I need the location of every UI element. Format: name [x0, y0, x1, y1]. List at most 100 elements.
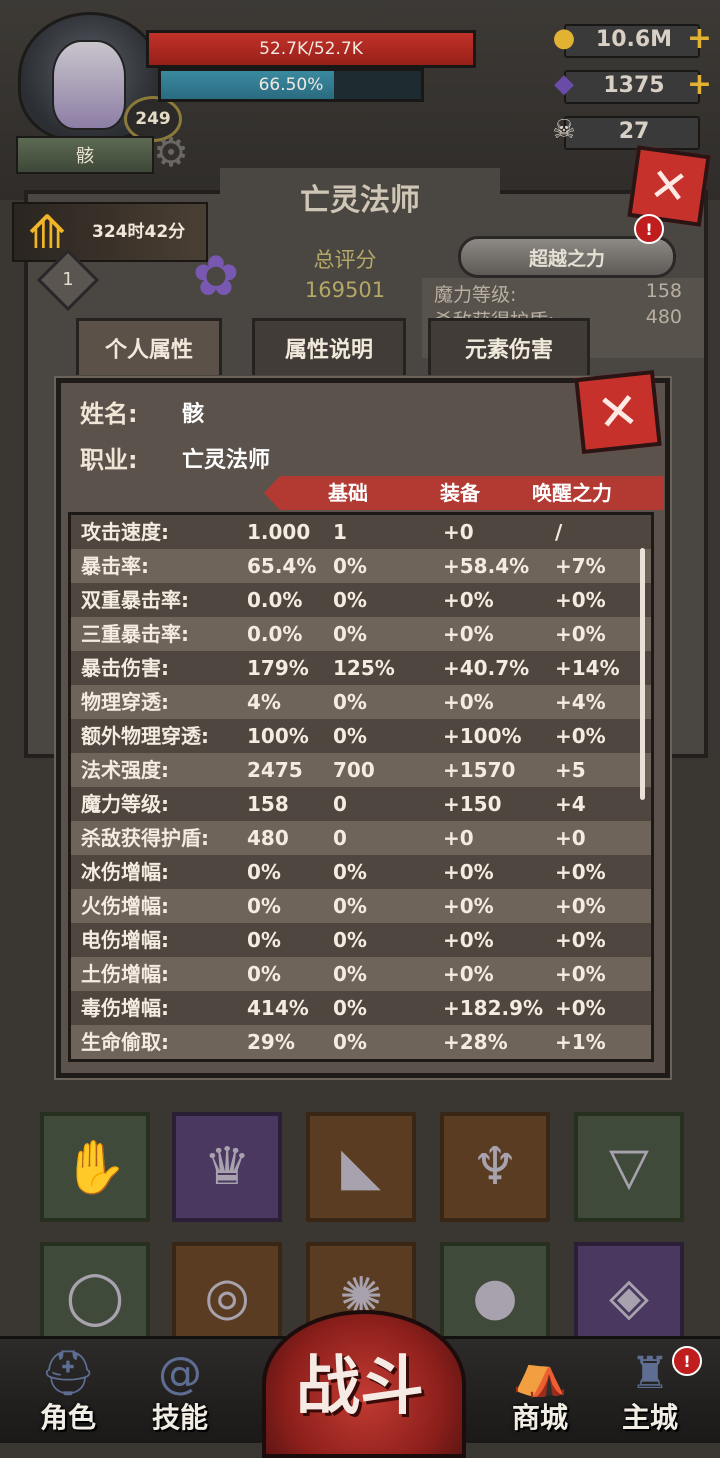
stat-base: 0%: [333, 962, 367, 986]
nav-shop-label: 商城: [511, 1401, 568, 1434]
crystal-value: 1375: [603, 72, 665, 98]
class-value: 亡灵法师: [182, 448, 271, 473]
header-awaken: 唤醒之力: [532, 481, 612, 505]
boots-icon: ◣: [341, 1137, 381, 1197]
stat-awaken: +14%: [555, 656, 620, 680]
stat-equip: +150: [443, 792, 502, 816]
stat-name: 暴击率:: [81, 554, 149, 578]
stat-equip: +58.4%: [443, 554, 530, 578]
stat-total: 65.4%: [247, 554, 317, 578]
pendant-icon: ▽: [609, 1137, 649, 1197]
score-value: 169501: [304, 278, 386, 302]
stat-name: 火伤增幅:: [81, 894, 169, 918]
stat-base: 0%: [333, 622, 367, 646]
gold-counter: ● 10.6M +: [546, 20, 716, 58]
stat-equip: +182.9%: [443, 996, 544, 1020]
nav-skills[interactable]: @ 技能: [130, 1340, 230, 1440]
nav-shop[interactable]: ⛺ 商城: [490, 1340, 590, 1440]
xp-bar: 66.50%: [158, 68, 424, 102]
stat-name: 电伤增幅:: [81, 928, 169, 952]
stat-total: 158: [247, 792, 289, 816]
spiked-armor-icon: ♛: [203, 1137, 251, 1197]
stat-awaken: +0%: [555, 588, 606, 612]
stat-awaken: +0%: [555, 724, 606, 748]
castle-icon: ♜: [630, 1348, 670, 1399]
stat-base: 0%: [333, 554, 367, 578]
ram-skull-icon: ☠: [552, 115, 576, 145]
gold-add-button[interactable]: +: [687, 20, 712, 58]
stat-row: 生命偷取: 29% 0% +28% +1%: [71, 1025, 651, 1059]
stat-base: 0%: [333, 860, 367, 884]
stat-awaken: +1%: [555, 1030, 606, 1054]
gauntlet-icon: ✋: [62, 1137, 128, 1198]
stat-row: 双重暴击率: 0.0% 0% +0% +0%: [71, 583, 651, 617]
stat-equip: +0%: [443, 860, 494, 884]
crystal-icon: ◆: [554, 69, 574, 99]
header-equip: 装备: [440, 481, 480, 505]
timer-text: 324时42分: [92, 222, 186, 242]
tent-icon: ⛺: [512, 1348, 568, 1399]
equipment-slot[interactable]: ▽: [574, 1112, 684, 1222]
stat-equip: +0: [443, 520, 474, 544]
stat-name: 冰伤增幅:: [81, 860, 169, 884]
stat-awaken: +0%: [555, 894, 606, 918]
panel-close-button[interactable]: ✕: [627, 145, 711, 227]
name-label: 姓名:: [80, 400, 138, 428]
rank-number: 1: [62, 268, 74, 290]
stat-equip: +40.7%: [443, 656, 530, 680]
equipment-slot[interactable]: ✋: [40, 1112, 150, 1222]
tab-attribute-description[interactable]: 属性说明: [252, 318, 406, 375]
name-value: 骸: [182, 402, 205, 427]
stat-equip: +100%: [443, 724, 522, 748]
stat-row: 额外物理穿透: 100% 0% +100% +0%: [71, 719, 651, 753]
gear-icon[interactable]: ⚙: [150, 132, 192, 174]
stats-scrollbar[interactable]: [640, 548, 645, 800]
stat-total: 2475: [247, 758, 303, 782]
stat-awaken: +5: [555, 758, 586, 782]
stat-total: 0%: [247, 894, 281, 918]
stat-name: 杀敌获得护盾:: [81, 826, 209, 850]
modal-close-button[interactable]: ✕: [574, 370, 662, 454]
nav-skills-label: 技能: [151, 1401, 208, 1434]
stat-total: 0%: [247, 860, 281, 884]
stat-row: 物理穿透: 4% 0% +0% +4%: [71, 685, 651, 719]
stat-total: 0.0%: [247, 588, 303, 612]
stat-row: 暴击率: 65.4% 0% +58.4% +7%: [71, 549, 651, 583]
stat-row: 攻击速度: 1.000 1 +0 /: [71, 515, 651, 549]
spiral-icon: @: [158, 1348, 202, 1399]
equipment-slot[interactable]: ♛: [172, 1112, 282, 1222]
tab-element-damage[interactable]: 元素伤害: [428, 318, 590, 375]
nav-city-label: 主城: [621, 1401, 678, 1434]
crystal-counter: ◆ 1375 +: [546, 66, 716, 104]
stat-equip: +28%: [443, 1030, 508, 1054]
crystal-add-button[interactable]: +: [687, 66, 712, 104]
battle-label: 战斗: [296, 1350, 424, 1424]
nav-role[interactable]: ⛑ 角色: [18, 1340, 118, 1440]
stat-row: 电伤增幅: 0% 0% +0% +0%: [71, 923, 651, 957]
stat-base: 0%: [333, 928, 367, 952]
stat-awaken: +4%: [555, 690, 606, 714]
stats-table[interactable]: 攻击速度: 1.000 1 +0 / 暴击率: 65.4% 0% +58.4% +7% 双重暴击率:…: [68, 512, 654, 1062]
stat-equip: +0%: [443, 622, 494, 646]
stat-total: 1.000: [247, 520, 311, 544]
stat-base: 0%: [333, 1030, 367, 1054]
stat-name: 三重暴击率:: [81, 622, 189, 646]
hp-bar: 52.7K/52.7K: [146, 30, 476, 68]
tab-personal-attributes[interactable]: 个人属性: [76, 318, 222, 375]
stat-equip: +0%: [443, 894, 494, 918]
stat-row: 冰伤增幅: 0% 0% +0% +0%: [71, 855, 651, 889]
gold-value: 10.6M: [595, 26, 673, 52]
stat-awaken: +0%: [555, 928, 606, 952]
stat-awaken: +0%: [555, 996, 606, 1020]
stat-awaken: +0%: [555, 622, 606, 646]
amulet-icon: ♆: [471, 1137, 519, 1197]
equipment-slot[interactable]: ♆: [440, 1112, 550, 1222]
skull-value: 27: [618, 118, 650, 144]
player-name: 骸: [16, 136, 154, 174]
side-stat-value: 158: [645, 280, 682, 302]
class-label: 职业:: [80, 446, 138, 474]
flower-icon: ✿: [192, 244, 240, 309]
equipment-slot[interactable]: ◣: [306, 1112, 416, 1222]
stat-equip: +0%: [443, 928, 494, 952]
stat-base: 1: [333, 520, 347, 544]
